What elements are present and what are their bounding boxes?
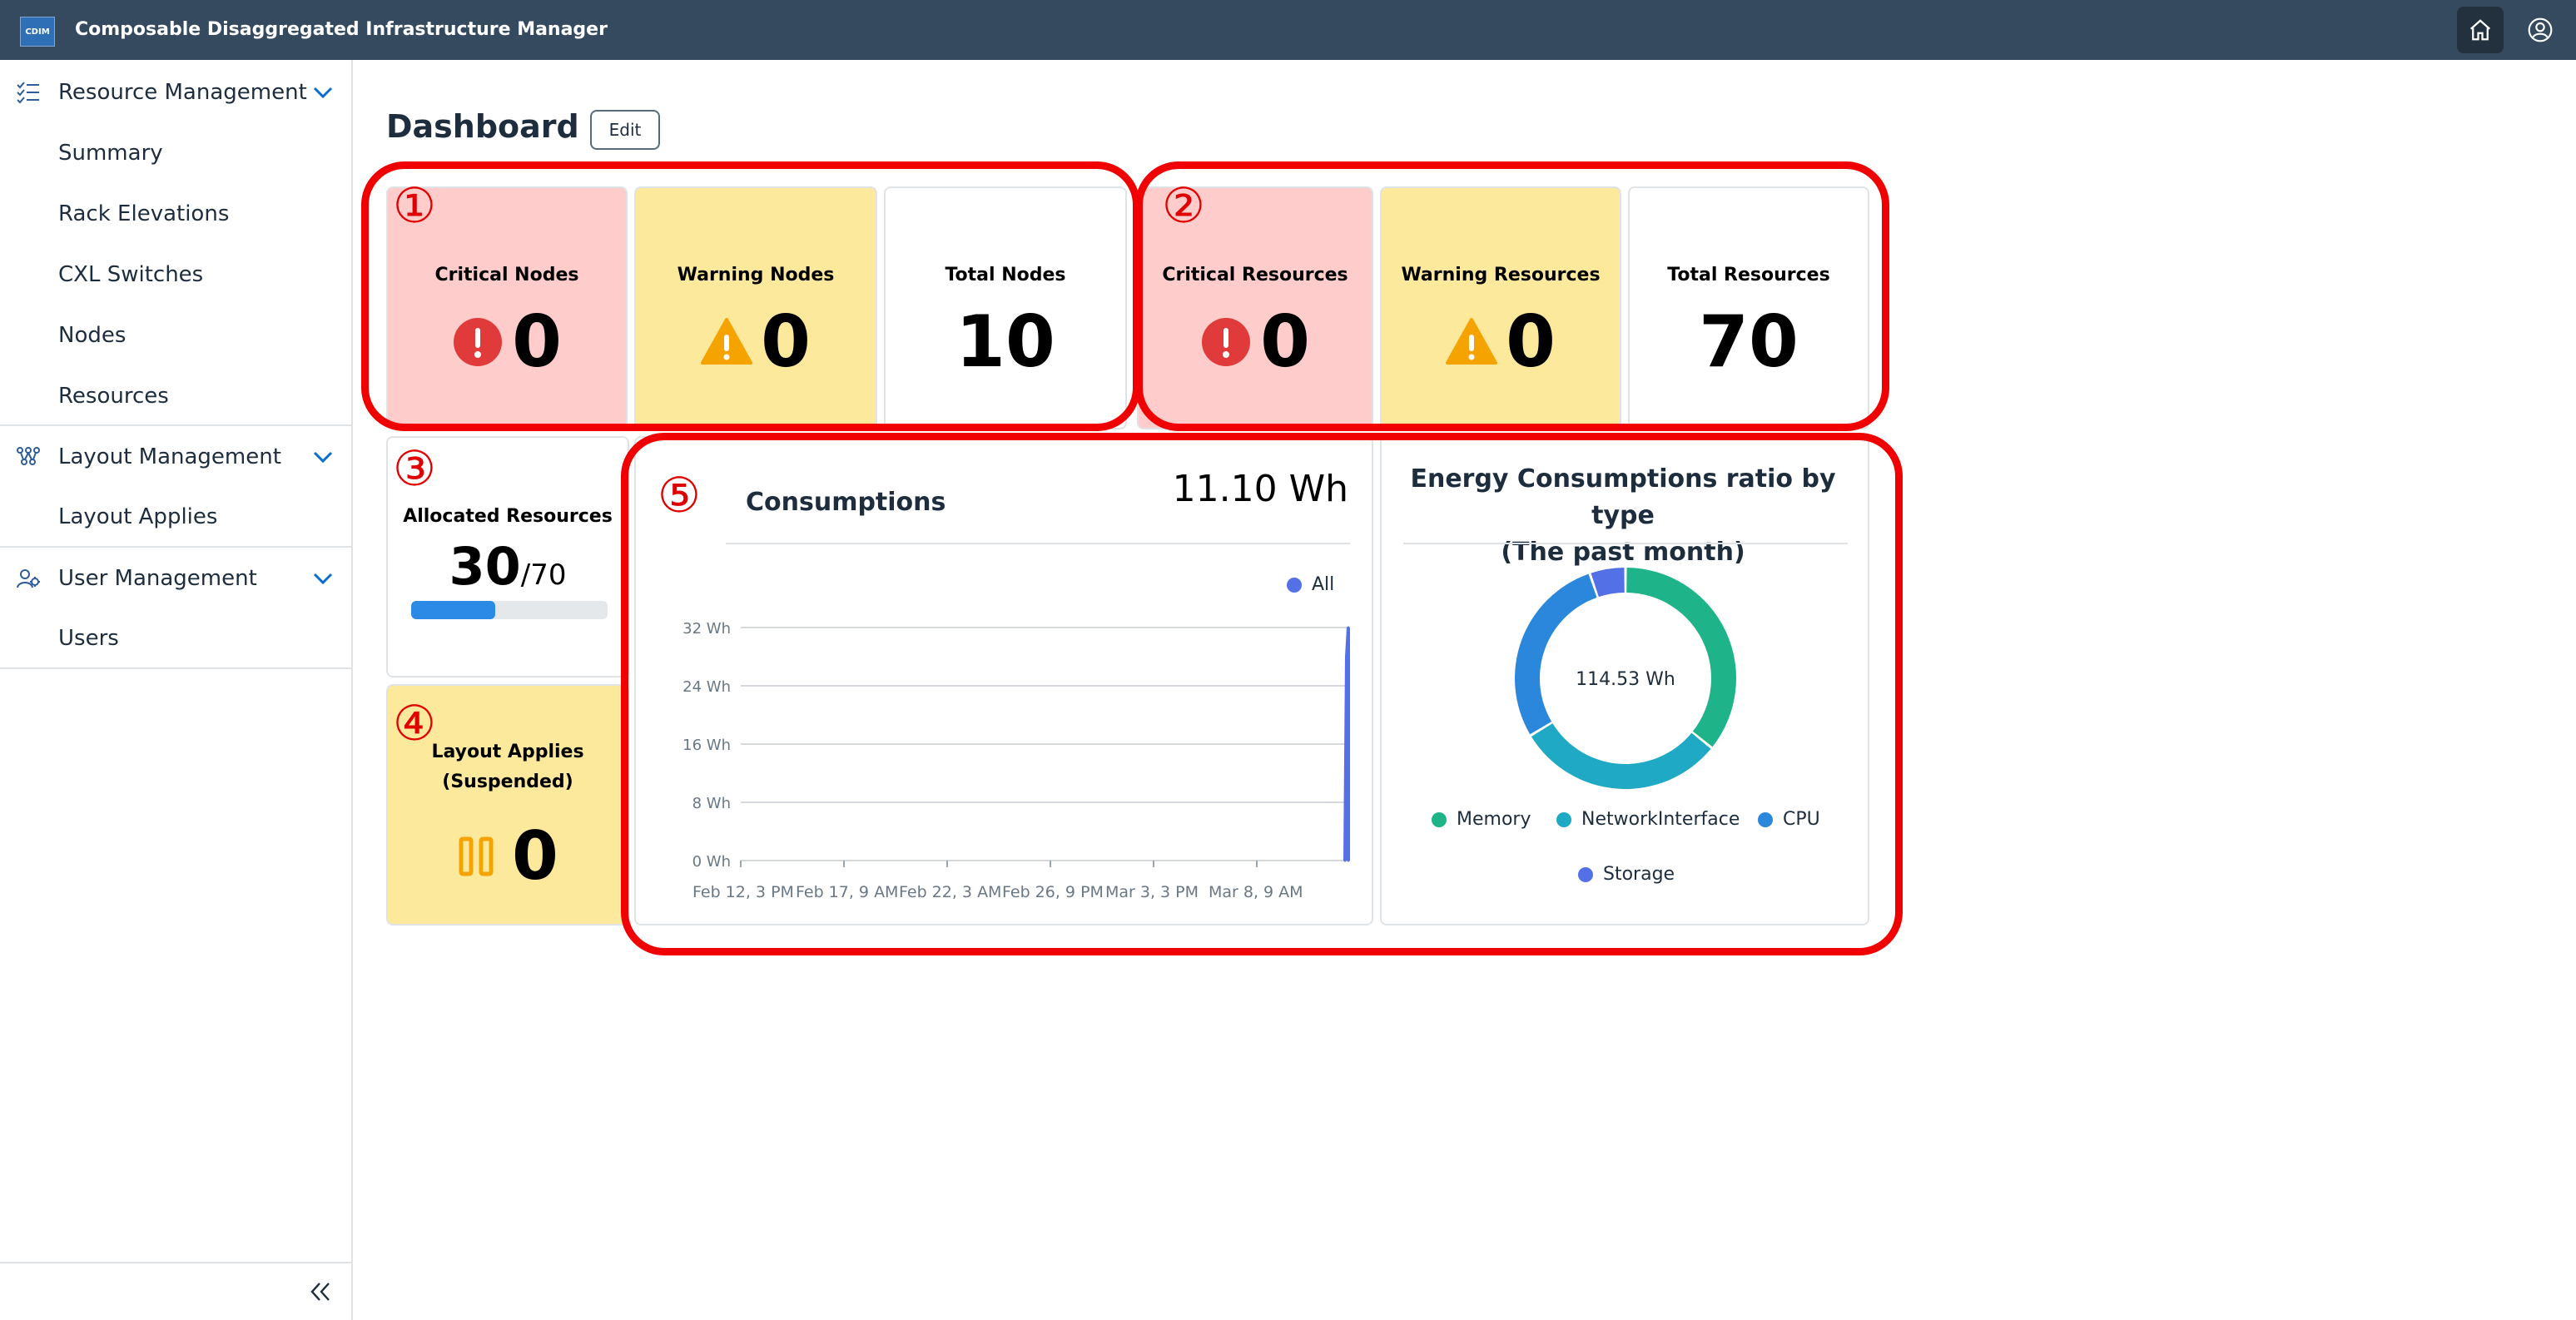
tile-value: 0 (512, 817, 558, 895)
callout-box-5 (621, 433, 1903, 955)
chevron-down-icon[interactable] (311, 82, 335, 102)
nav-group-label: Resource Management (58, 80, 307, 105)
user-profile-button[interactable] (2517, 7, 2564, 53)
callout-number-4: ④ (393, 695, 436, 752)
chevron-down-icon[interactable] (311, 447, 335, 467)
nav-group-resource-management[interactable]: Resource Management (0, 63, 351, 122)
sidebar: Resource Management Summary Rack Elevati… (0, 60, 353, 1320)
home-icon (2470, 19, 2490, 41)
divider (0, 1262, 351, 1263)
callout-number-5: ⑤ (658, 467, 701, 524)
callout-box-2 (1135, 161, 1889, 431)
allocated-count: 30 (449, 536, 521, 597)
allocated-total: /70 (520, 558, 567, 592)
layout-management-icon (17, 447, 40, 465)
callout-number-2: ② (1162, 177, 1205, 234)
app-header: CDIM Composable Disaggregated Infrastruc… (0, 0, 2576, 60)
divider (0, 667, 351, 669)
app-title: Composable Disaggregated Infrastructure … (75, 19, 608, 40)
collapse-sidebar-button[interactable] (300, 1273, 341, 1310)
sidebar-item-summary[interactable]: Summary (58, 124, 163, 182)
callout-number-3: ③ (393, 440, 436, 497)
app-logo: CDIM (20, 17, 55, 47)
nav-group-label: User Management (58, 566, 257, 591)
tile-title-line2: (Suspended) (442, 772, 573, 792)
sidebar-item-cxl-switches[interactable]: CXL Switches (58, 246, 203, 304)
divider (0, 424, 351, 426)
callout-box-1 (361, 161, 1140, 431)
divider (0, 546, 351, 548)
allocated-value: 30/70 (388, 536, 628, 597)
pause-icon (459, 836, 494, 876)
edit-button[interactable]: Edit (590, 110, 660, 150)
home-button[interactable] (2457, 7, 2504, 53)
page-title: Dashboard (386, 108, 579, 145)
tile-title: Allocated Resources (403, 506, 613, 527)
sidebar-item-resources[interactable]: Resources (58, 367, 169, 425)
sidebar-item-nodes[interactable]: Nodes (58, 306, 126, 365)
nav-group-layout-management[interactable]: Layout Management (0, 428, 351, 486)
double-chevron-left-icon (310, 1283, 330, 1301)
resource-management-icon (17, 82, 39, 104)
callout-number-1: ① (393, 177, 436, 234)
user-management-icon (17, 569, 40, 588)
sidebar-item-layout-applies[interactable]: Layout Applies (58, 488, 217, 546)
chevron-down-icon[interactable] (311, 568, 335, 588)
nav-group-label: Layout Management (58, 444, 281, 469)
allocation-progress-fill (411, 601, 496, 619)
sidebar-item-users[interactable]: Users (58, 609, 119, 667)
sidebar-item-rack-elevations[interactable]: Rack Elevations (58, 185, 229, 243)
allocation-progress-bar (411, 601, 608, 619)
nav-group-user-management[interactable]: User Management (0, 549, 351, 608)
user-avatar-icon (2528, 17, 2553, 42)
